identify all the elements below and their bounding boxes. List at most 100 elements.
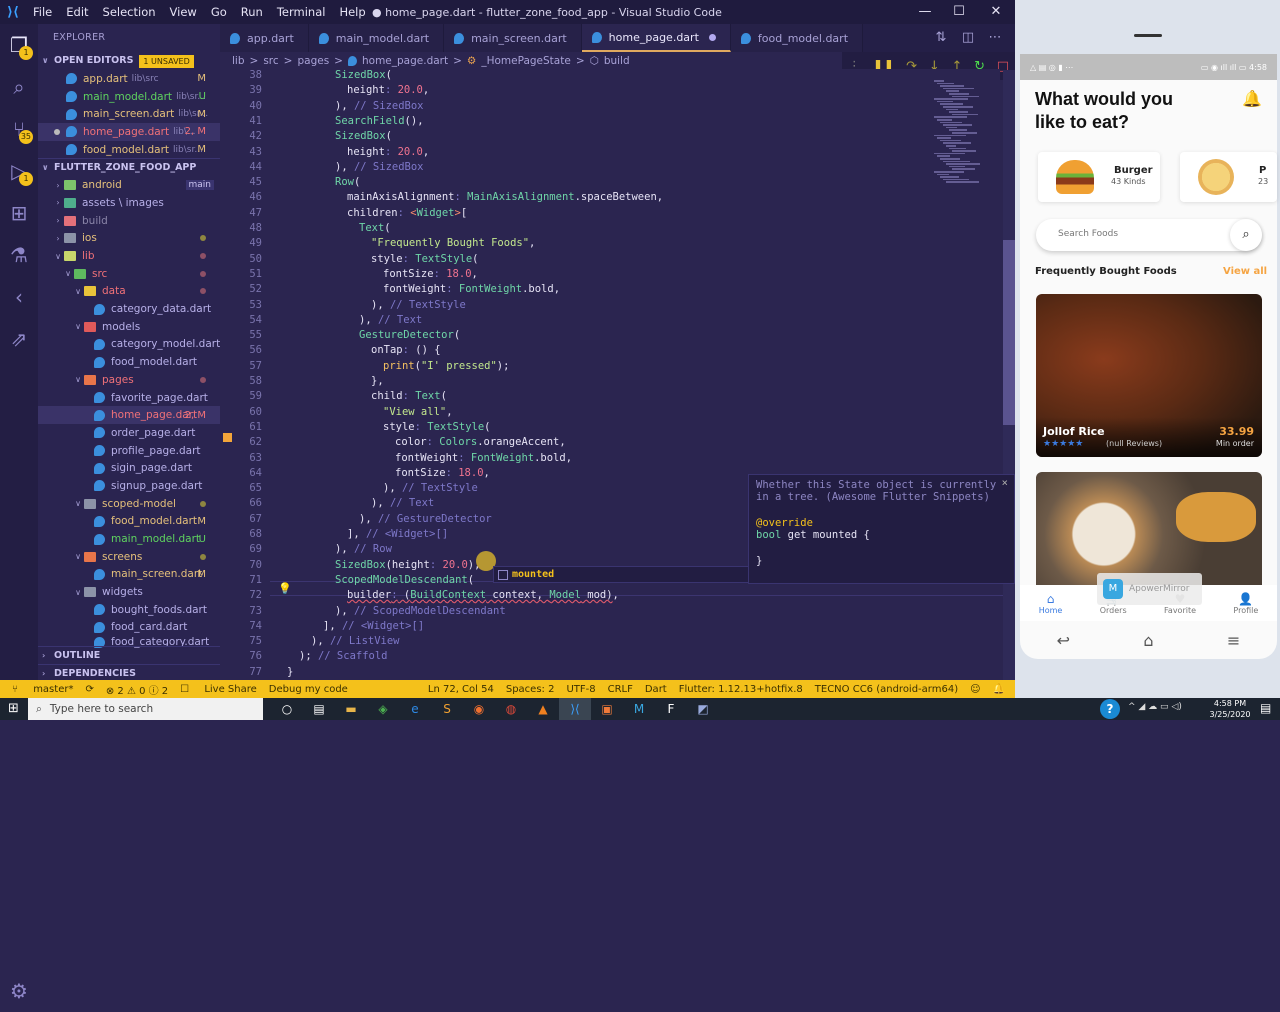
food-card-jollof-rice[interactable]: Jollof Rice ★★★★★ (null Reviews) 33.99 M… (1036, 294, 1262, 457)
branch-status[interactable]: ⑂ master* (12, 684, 73, 695)
tree-file[interactable]: main_model.dart U (38, 530, 220, 548)
nav-home[interactable]: ⌂ Home (1039, 592, 1063, 615)
sync-icon[interactable]: ⟳ (85, 684, 93, 695)
vertical-scrollbar-thumb[interactable] (1003, 240, 1015, 425)
breadcrumb-method[interactable]: build (604, 55, 630, 67)
tab-food-model-dart[interactable]: food_model.dart (730, 24, 864, 52)
close-icon[interactable]: × (1002, 477, 1008, 489)
breadcrumb-lib[interactable]: lib (232, 55, 245, 67)
lightbulb-icon[interactable]: 💡 (278, 582, 292, 595)
food-card-coffee[interactable] (1036, 472, 1262, 585)
tab-main-model-dart[interactable]: main_model.dart (308, 24, 445, 52)
edge-icon[interactable]: e (399, 698, 431, 720)
menu-run[interactable]: Run (234, 5, 270, 19)
app-icon[interactable]: ◈ (367, 698, 399, 720)
tree-folder[interactable]: ∨ widgets (38, 583, 220, 601)
search-icon[interactable]: ⌕ (1230, 219, 1262, 251)
tree-file[interactable]: food_card.dart (38, 619, 220, 637)
menu-selection[interactable]: Selection (96, 5, 163, 19)
feedback-icon[interactable]: ☺ (970, 684, 980, 695)
breadcrumb-class[interactable]: _HomePageState (481, 55, 570, 67)
encoding-status[interactable]: UTF-8 (566, 684, 595, 695)
tree-file[interactable]: favorite_page.dart (38, 389, 220, 407)
help-icon[interactable]: ? (1100, 699, 1120, 719)
tree-folder[interactable]: ∨ src (38, 265, 220, 283)
debug-activity[interactable]: ▷ 1 (0, 150, 38, 192)
unsaved-dot-icon[interactable] (708, 33, 716, 41)
open-editors-section[interactable]: ∨ OPEN EDITORS 1 UNSAVED (38, 52, 220, 70)
explorer-activity[interactable]: ❐ 1 (0, 24, 38, 66)
chrome-icon[interactable]: ◍ (495, 698, 527, 720)
tree-file[interactable]: food_model.dart M (38, 513, 220, 531)
tab-app-dart[interactable]: app.dart (220, 24, 309, 52)
menu-file[interactable]: File (26, 5, 59, 19)
extensions-activity[interactable]: ⊞ (0, 192, 38, 234)
tree-folder[interactable]: › ios (38, 230, 220, 248)
nav-profile[interactable]: 👤 Profile (1233, 592, 1258, 615)
tab-home-page-dart[interactable]: home_page.dart (581, 24, 731, 52)
open-editor-item[interactable]: main_screen.dart lib\sr... M (38, 105, 220, 123)
tray-icons[interactable]: ^ ◢ ☁ ▭ ◁) (1128, 702, 1182, 712)
windows-start-icon[interactable]: ⊞ (8, 701, 19, 716)
code-editor[interactable]: 38 39 40 41 42 43 44 45 46 47 48 49 50 51 52 53 54 55 56 57… (220, 69, 1140, 680)
clock[interactable]: 4:58 PM 3/25/2020 (1205, 698, 1255, 720)
problems-status[interactable]: ⊗ 2 ⚠ 0 ⓘ 2 (106, 682, 168, 697)
menu-edit[interactable]: Edit (59, 5, 95, 19)
category-card-pizza[interactable]: P 23 (1180, 152, 1277, 202)
tree-file[interactable]: sigin_page.dart (38, 459, 220, 477)
firefox-icon[interactable]: ◉ (463, 698, 495, 720)
menu-view[interactable]: View (163, 5, 204, 19)
indentation-status[interactable]: Spaces: 2 (506, 684, 555, 695)
open-editor-item-active[interactable]: home_page.dart lib\... 2, M (38, 123, 220, 141)
more-actions-icon[interactable]: ⋯ (982, 24, 1008, 52)
notifications-icon[interactable]: 🔔 (993, 684, 1005, 695)
debug-config-status[interactable]: Debug my code (269, 684, 348, 695)
notification-bell-icon[interactable]: 🔔 (1242, 89, 1262, 108)
project-section[interactable]: ∨ FLUTTER_ZONE_FOOD_APP (38, 158, 220, 176)
action-center-icon[interactable]: ▤ (1260, 701, 1271, 715)
minimap[interactable] (930, 80, 1000, 190)
back-icon[interactable]: ↩ (1057, 631, 1070, 650)
cursor-position[interactable]: Ln 72, Col 54 (428, 684, 494, 695)
split-editor-icon[interactable]: ◫ (955, 24, 981, 52)
tree-folder[interactable]: › build (38, 212, 220, 230)
close-window-button[interactable]: ✕ (978, 0, 1014, 24)
live-share-status[interactable]: ☐ Live Share (180, 684, 257, 695)
notepad-icon[interactable]: ◩ (687, 698, 719, 720)
device-status[interactable]: TECNO CC6 (android-arm64) (815, 684, 958, 695)
breadcrumb-src[interactable]: src (263, 55, 278, 67)
tree-file[interactable]: category_data.dart (38, 300, 220, 318)
breadcrumb-pages[interactable]: pages (297, 55, 329, 67)
minimize-button[interactable]: — (907, 0, 943, 24)
live-share-activity[interactable]: ⇗ (0, 318, 38, 360)
category-card-burger[interactable]: Burger 43 Kinds (1038, 152, 1160, 202)
open-editor-item[interactable]: food_model.dart lib\sr... M (38, 141, 220, 159)
source-control-activity[interactable]: ⑂ 35 (0, 108, 38, 150)
breadcrumb-file[interactable]: home_page.dart (362, 55, 448, 67)
eol-status[interactable]: CRLF (608, 684, 633, 695)
vscode-taskbar-icon[interactable]: ⟩⟨ (559, 698, 591, 720)
open-editor-item[interactable]: app.dart lib\src M (38, 70, 220, 88)
menu-icon[interactable]: ≡ (1227, 631, 1240, 650)
tree-file[interactable]: bought_foods.dart (38, 601, 220, 619)
f-app-icon[interactable]: F (655, 698, 687, 720)
vlc-icon[interactable]: ▲ (527, 698, 559, 720)
tree-file-active[interactable]: home_page.dart 2, M (38, 406, 220, 425)
settings-activity[interactable]: ⚙ (0, 970, 38, 1012)
file-explorer-icon[interactable]: ▬ (335, 698, 367, 720)
tree-folder[interactable]: ∨ data (38, 283, 220, 301)
tree-folder[interactable]: ∨ models (38, 318, 220, 336)
tree-folder[interactable]: ∨ lib (38, 247, 220, 265)
search-activity[interactable]: ⌕ (0, 66, 38, 108)
tree-folder[interactable]: › assets \ images (38, 194, 220, 212)
xampp-icon[interactable]: ▣ (591, 698, 623, 720)
menu-help[interactable]: Help (332, 5, 372, 19)
view-all-link[interactable]: View all (1223, 266, 1267, 277)
flutter-version-status[interactable]: Flutter: 1.12.13+hotfix.8 (679, 684, 803, 695)
testing-activity[interactable]: ⚗ (0, 234, 38, 276)
cortana-icon[interactable]: ○ (271, 698, 303, 720)
search-foods-input[interactable]: Search Foods ⌕ (1036, 219, 1262, 251)
flutter-activity[interactable]: ‹ (0, 276, 38, 318)
tree-folder[interactable]: › android main (38, 176, 220, 194)
language-status[interactable]: Dart (645, 684, 667, 695)
